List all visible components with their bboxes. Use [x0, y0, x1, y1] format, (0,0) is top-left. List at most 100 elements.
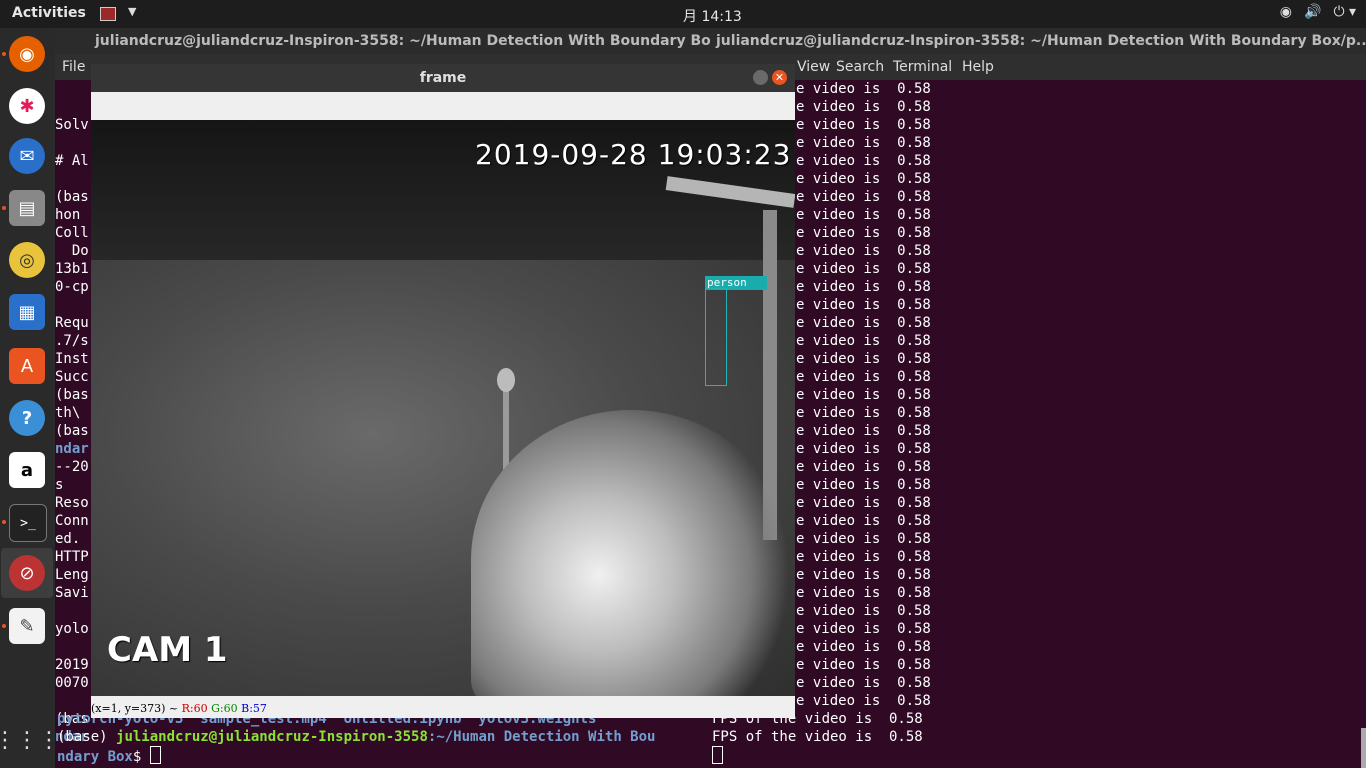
- menu-help[interactable]: Help: [962, 54, 994, 80]
- fps-line: e video is 0.58: [796, 81, 931, 97]
- fps-line: e video is 0.58: [796, 207, 931, 223]
- prompt-env: (base): [57, 729, 117, 745]
- fps-line: e video is 0.58: [796, 585, 931, 601]
- amazon-icon[interactable]: a: [9, 452, 45, 488]
- fps-line: e video is 0.58: [796, 513, 931, 529]
- wifi-icon[interactable]: ◉: [1280, 4, 1292, 20]
- slack-icon[interactable]: ✱: [9, 88, 45, 124]
- menu-file[interactable]: File: [62, 54, 85, 80]
- fps-full-line: FPS of the video is 0.58: [712, 729, 923, 745]
- clock[interactable]: 月 14:13: [683, 6, 742, 26]
- running-indicator: [2, 52, 6, 56]
- fps-line: e video is 0.58: [796, 261, 931, 277]
- fps-line: e video is 0.58: [796, 117, 931, 133]
- text-cursor: [149, 746, 161, 764]
- video-timestamp: 2019-09-28 19:03:23: [475, 138, 792, 171]
- libreoffice-writer-icon[interactable]: ▦: [9, 294, 45, 330]
- fps-line: e video is 0.58: [796, 531, 931, 547]
- prompt-user: juliandcruz@juliandcruz-Inspiron-3558: [116, 729, 428, 745]
- fps-line: e video is 0.58: [796, 603, 931, 619]
- dock: ◉ ✱ ✉ ▤ ◎ ▦ A ? a >_ ⊘ ✎ ⋮⋮⋮: [0, 28, 60, 768]
- detection-bounding-box: [705, 288, 727, 386]
- pixel-r: R:60: [181, 702, 208, 715]
- show-apps-icon[interactable]: ⋮⋮⋮: [0, 722, 60, 758]
- system-icon[interactable]: ⊘: [9, 555, 45, 591]
- software-center-icon[interactable]: A: [9, 348, 45, 384]
- fps-line: e video is 0.58: [796, 189, 931, 205]
- chevron-down-icon[interactable]: ▼: [128, 5, 136, 18]
- power-icon[interactable]: ⏻ ▾: [1333, 4, 1356, 20]
- fps-line: e video is 0.58: [796, 621, 931, 637]
- fps-line: e video is 0.58: [796, 387, 931, 403]
- activities-button[interactable]: Activities: [12, 5, 86, 21]
- terminal-prompt: (base) juliandcruz@juliandcruz-Inspiron-…: [57, 728, 655, 746]
- flowering-bush: [471, 410, 791, 696]
- terminal-right-titlebar[interactable]: juliandcruz@juliandcruz-Inspiron-3558: ~…: [710, 28, 1366, 54]
- text-editor-icon[interactable]: ✎: [9, 608, 45, 644]
- fps-line: e video is 0.58: [796, 333, 931, 349]
- running-indicator: [2, 206, 6, 210]
- garden-lamp: [497, 368, 515, 392]
- close-icon[interactable]: ✕: [772, 70, 787, 85]
- pixel-g: G:60: [211, 702, 238, 715]
- rhythmbox-icon[interactable]: ◎: [9, 242, 45, 278]
- pixel-b: B:57: [241, 702, 267, 715]
- fps-line: e video is 0.58: [796, 657, 931, 673]
- fps-line: e video is 0.58: [796, 315, 931, 331]
- fps-line: e video is 0.58: [796, 171, 931, 187]
- fps-line: e video is 0.58: [796, 135, 931, 151]
- fps-line: e video is 0.58: [796, 99, 931, 115]
- frame-statusbar: (x=1, y=373) ~ R:60 G:60 B:57: [91, 696, 795, 718]
- fps-line: e video is 0.58: [796, 639, 931, 655]
- system-tray[interactable]: ◉ 🔊 ⏻ ▾: [1268, 4, 1356, 20]
- fps-line: e video is 0.58: [796, 693, 931, 709]
- fps-line: e video is 0.58: [796, 351, 931, 367]
- fps-line: e video is 0.58: [796, 675, 931, 691]
- fps-line: e video is 0.58: [796, 495, 931, 511]
- fps-line: e video is 0.58: [796, 549, 931, 565]
- thunderbird-icon[interactable]: ✉: [9, 138, 45, 174]
- fps-line: e video is 0.58: [796, 225, 931, 241]
- help-icon[interactable]: ?: [9, 400, 45, 436]
- fps-line: e video is 0.58: [796, 441, 931, 457]
- fps-line: e video is 0.58: [796, 423, 931, 439]
- frame-window[interactable]: frame ✕ 2019-09-28 19:03:23 CAM 1 person…: [91, 64, 795, 718]
- prompt-path-cont: ndary Box: [57, 749, 133, 765]
- menu-terminal[interactable]: Terminal: [893, 54, 952, 80]
- terminal-prompt-cont: ndary Box$: [57, 746, 161, 766]
- top-bar: Activities ▼ 月 14:13 ◉ 🔊 ⏻ ▾: [0, 0, 1366, 28]
- volume-icon[interactable]: 🔊: [1304, 4, 1321, 20]
- fps-line: e video is 0.58: [796, 477, 931, 493]
- menu-search[interactable]: Search: [836, 54, 884, 80]
- pixel-coords: (x=1, y=373) ~: [91, 702, 179, 715]
- fps-line: e video is 0.58: [796, 279, 931, 295]
- terminal-icon[interactable]: >_: [9, 504, 47, 542]
- fps-line: e video is 0.58: [796, 369, 931, 385]
- firefox-icon[interactable]: ◉: [9, 36, 45, 72]
- terminal-right-cursor: [712, 746, 723, 766]
- menu-view[interactable]: View: [797, 54, 830, 80]
- app-menu-icon[interactable]: [100, 7, 116, 21]
- prompt-symbol: $: [132, 749, 150, 765]
- frame-toolbar: [91, 92, 795, 121]
- prompt-path: :~/Human Detection With Bou: [427, 729, 656, 745]
- frame-titlebar[interactable]: frame: [91, 64, 795, 92]
- scrollbar[interactable]: [1361, 728, 1366, 768]
- fps-line: e video is 0.58: [796, 153, 931, 169]
- terminal-right-output[interactable]: e video is 0.58 e video is 0.58 e video is…: [710, 80, 1366, 768]
- terminal-right-title: juliandcruz@juliandcruz-Inspiron-3558: ~…: [716, 33, 1366, 49]
- files-icon[interactable]: ▤: [9, 190, 45, 226]
- fps-line: e video is 0.58: [796, 243, 931, 259]
- terminal-left-titlebar[interactable]: juliandcruz@juliandcruz-Inspiron-3558: ~…: [55, 28, 710, 54]
- fps-line: e video is 0.58: [796, 297, 931, 313]
- camera-video-frame: 2019-09-28 19:03:23 CAM 1 person: [91, 120, 795, 696]
- minimize-icon[interactable]: [753, 70, 768, 85]
- fps-line: e video is 0.58: [796, 459, 931, 475]
- running-indicator: [2, 520, 6, 524]
- fps-line: e video is 0.58: [796, 405, 931, 421]
- camera-label: CAM 1: [107, 630, 228, 670]
- fps-line: e video is 0.58: [796, 567, 931, 583]
- running-indicator: [2, 624, 6, 628]
- fps-lines: e video is 0.58 e video is 0.58 e video is…: [796, 80, 931, 710]
- text-cursor: [712, 746, 723, 764]
